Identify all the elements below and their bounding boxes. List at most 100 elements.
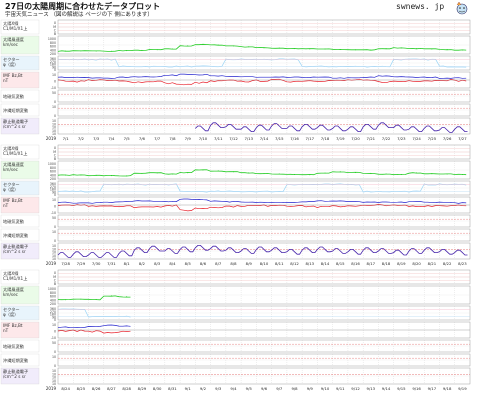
chart-panel-3: 太陽X線C1/M1/X1上XMCB太陽風速度km/sec100080060040… [0,269,471,391]
data-point-solar-wind [171,173,173,175]
x-tick-label: 8/3 [154,261,161,266]
x-tick-label: 8/23 [458,261,467,266]
axis-tick-label: B [54,282,56,286]
row-label-text: φ（度） [3,61,18,68]
x-tick-label: 7/7 [154,136,161,141]
x-tick-label: 9/14 [382,386,391,391]
x-tick-label: 9/16 [412,386,421,391]
x-tick-label: 8/30 [153,386,162,391]
row-label-text: nT [3,328,9,333]
row-imf: IMF Bz,BtnT100-10 [0,71,471,90]
x-tick-label: 9/10 [321,386,330,391]
row-wind: 太陽風速度km/sec1000800600400200 [0,285,471,306]
x-tick-label: 9/7 [276,386,283,391]
row-electron: 静止軌道電子/cm^2 s sr1010101010 [0,367,471,386]
data-point-solar-wind [126,175,128,177]
axis-tick-label: 10 [52,105,56,109]
data-point-solar-wind [446,173,448,175]
data-point-solar-wind [187,45,189,47]
axis-tick-label: 10 [52,230,56,234]
x-tick-label: 8/21 [428,261,437,266]
x-axis: 2019 7/28 7/29 7/30 7/31 8/1 8/2 8/3 8/4 8/5 8/6 8/… [46,261,467,266]
x-tick-label: 9/9 [307,386,314,391]
row-wind: 太陽風速度km/sec1000800600400200 [0,160,471,181]
data-point-solar-wind [202,44,204,46]
x-tick-label: 9/12 [351,386,360,391]
axis-tick-label: 0 [54,80,56,84]
x-tick-label: 8/19 [397,261,406,266]
axis-tick-label: 0 [54,68,56,72]
row-label-text: nT [3,78,9,83]
row-sector: セクターφ（度）360270180900 [0,55,471,72]
row-geomag: 地磁気変動 50 0 [0,214,471,229]
x-tick-label: 8/24 [61,386,70,391]
data-point-solar-wind [263,47,265,49]
row-geomag: 地磁気変動 50 0 [0,339,471,354]
data-point-solar-wind [65,50,67,52]
x-tick-label: 8/17 [367,261,376,266]
data-point-solar-wind [461,49,463,51]
x-tick-label: 9/2 [200,386,207,391]
x-tick-label: 9/1 [185,386,192,391]
row-sector: セクターφ（度）360270180900 [0,180,471,197]
data-point-solar-wind [95,50,97,52]
data-point-solar-wind [80,298,82,300]
axis-tick-label: 10 [52,198,56,202]
x-tick-label: 9/3 [215,386,222,391]
x-tick-label: 9/6 [261,386,268,391]
data-point-solar-wind [232,45,234,47]
data-point-solar-wind [339,49,341,50]
data-point-solar-wind [370,49,372,51]
x-tick-label: 8/6 [200,261,207,266]
x-axis-year-label: 2019 [46,136,57,141]
x-tick-label: 8/8 [230,261,237,266]
x-tick-label: 8/1 [124,261,131,266]
axis-tick-label: 0 [54,225,56,229]
row-label-text: 沖縄短期変動 [3,107,28,114]
x-tick-label: 8/31 [168,386,177,391]
row-imf: IMF Bz,BtnT100-10 [0,196,471,215]
row-label-text: C1/M1/X1上 [3,150,27,156]
row-geomag: 地磁気変動 50 0 [0,89,471,104]
row-imf: IMF Bz,BtnT100-10 [0,321,471,340]
x-tick-label: 8/29 [138,386,147,391]
data-point-solar-wind [156,49,158,51]
row-electron: 静止軌道電子/cm^2 s sr1010101010 [0,117,471,136]
axis-tick-label: 0 [54,239,56,243]
data-point-solar-wind [416,48,418,50]
x-tick-label: 7/9 [185,136,192,141]
axis-tick-label: 50 [52,91,56,95]
x-tick-label: 7/23 [397,136,406,141]
data-point-solar-wind [446,49,448,50]
x-tick-label: 8/11 [275,261,284,266]
data-point-solar-wind [339,171,341,173]
x-tick-label: 8/16 [351,261,360,266]
axis-tick-label: 200 [50,177,56,181]
data-point-solar-wind [126,296,128,298]
x-tick-label: 9/18 [443,386,452,391]
data-point-solar-wind [385,48,387,50]
axis-tick-label: B [54,157,56,161]
x-tick-label: 7/11 [214,136,223,141]
row-label-text: 沖縄短期変動 [3,357,28,364]
x-axis: 2019 7/1 7/2 7/3 7/4 7/5 7/6 7/7 7/8 7/9 7/10 7/11 7… [46,136,467,141]
axis-tick-label: 10 [52,355,56,359]
row-xray: 太陽X線C1/M1/X1上XMCB [0,144,471,161]
axis-tick-label: 0 [54,193,56,197]
x-tick-label: 8/2 [139,261,146,266]
row-label-text: km/sec [3,167,19,172]
row-sector: セクターφ（度）360270180900 [0,305,471,322]
x-tick-label: 7/20 [351,136,360,141]
axis-tick-label: 50 [52,216,56,220]
row-label-text: 地磁気変動 [3,218,24,225]
x-tick-label: 7/25 [428,136,437,141]
x-tick-label: 7/6 [139,136,146,141]
row-label-text: nT [3,203,9,208]
data-point-solar-wind [309,48,311,50]
data-point-solar-wind [294,174,296,175]
data-point-solar-wind [431,48,433,50]
x-tick-label: 9/4 [230,386,237,391]
row-label-text: /cm^2 s sr [3,374,26,379]
data-point-solar-wind [156,172,158,174]
x-tick-label: 8/22 [443,261,452,266]
